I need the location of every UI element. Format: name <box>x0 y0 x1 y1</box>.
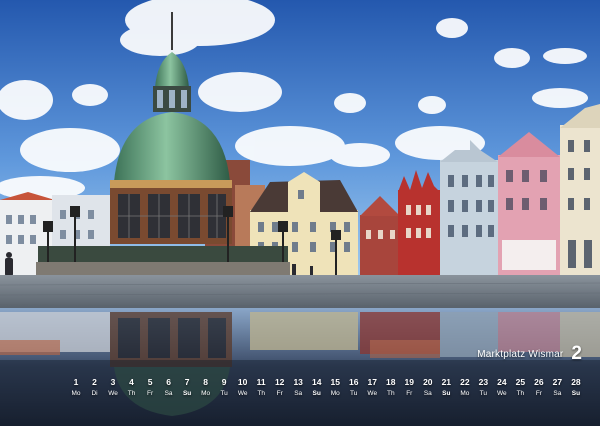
day-number: 24 <box>497 377 507 387</box>
calendar-day: 16 Tu <box>346 377 362 398</box>
month-number: 2 <box>571 343 582 364</box>
calendar-day: 1 Mo <box>68 377 84 398</box>
day-number: 18 <box>386 377 396 387</box>
calendar-day: 13 Sa <box>290 377 306 398</box>
location-label: Marktplatz Wismar <box>477 348 564 360</box>
weekday-label: We <box>497 390 507 397</box>
calendar-day: 12 Fr <box>272 377 288 398</box>
calendar-day: 28 Su <box>568 377 584 398</box>
day-number: 20 <box>423 377 433 387</box>
day-number: 23 <box>478 377 489 387</box>
day-number: 5 <box>147 377 153 387</box>
day-number: 8 <box>203 377 208 387</box>
weekday-label: Su <box>571 390 581 397</box>
weekday-label: We <box>108 390 118 397</box>
day-number: 1 <box>73 377 79 387</box>
weekday-label: Th <box>257 390 265 397</box>
calendar-page: Marktplatz Wismar 2 1 Mo 2 Di 3 We 4 Th 5 Fr 6 Sa 7 S… <box>0 0 600 426</box>
weekday-label: Di <box>91 390 98 397</box>
calendar-day: 14 Su <box>309 377 325 398</box>
calendar-day: 23 Tu <box>475 377 491 398</box>
weekday-label: Mo <box>330 390 340 397</box>
weekday-label: Mo <box>71 390 81 397</box>
weekday-label: Fr <box>146 390 154 397</box>
weekday-label: Th <box>386 390 395 397</box>
weekday-label: Sa <box>553 390 562 397</box>
day-number: 13 <box>293 377 303 387</box>
day-number: 19 <box>404 377 415 387</box>
cream-house <box>560 104 600 275</box>
weekday-label: Tu <box>350 390 358 397</box>
calendar-day: 26 Fr <box>531 377 547 398</box>
calendar-day: 3 We <box>105 377 121 398</box>
calendar-day: 5 Fr <box>142 377 158 398</box>
grey-house <box>440 140 498 275</box>
weekday-label: Mo <box>201 390 211 397</box>
day-number: 9 <box>221 377 227 387</box>
day-number: 26 <box>534 377 544 387</box>
weekday-label: Th <box>127 390 136 397</box>
calendar-day: 4 Th <box>124 377 140 398</box>
day-number: 22 <box>460 377 470 387</box>
calendar-day: 2 Di <box>87 377 103 398</box>
day-number: 10 <box>237 377 248 387</box>
weekday-label: We <box>237 390 248 397</box>
calendar-day: 22 Mo <box>457 377 473 398</box>
calendar-day: 27 Sa <box>549 377 565 398</box>
weekday-label: Th <box>516 390 525 397</box>
day-number: 4 <box>129 377 134 387</box>
photo-caption: Marktplatz Wismar 2 <box>477 343 582 365</box>
day-number: 3 <box>110 377 116 387</box>
calendar-day: 24 We <box>494 377 510 398</box>
calendar-day-row: 1 Mo 2 Di 3 We 4 Th 5 Fr 6 Sa 7 Su 8 Mo 9 Tu 10 We 11 Th 12 Fr 1… <box>68 377 584 398</box>
calendar-day: 9 Tu <box>216 377 232 398</box>
day-number: 27 <box>552 377 563 387</box>
calendar-day: 20 Sa <box>420 377 436 398</box>
calendar-day: 6 Sa <box>161 377 177 398</box>
calendar-day: 19 Fr <box>401 377 417 398</box>
weekday-label: Su <box>442 390 451 397</box>
day-number: 7 <box>184 377 190 387</box>
weekday-label: Su <box>182 390 192 397</box>
day-number: 15 <box>330 377 340 387</box>
weekday-label: We <box>367 390 378 397</box>
day-number: 16 <box>349 377 359 387</box>
weekday-label: Sa <box>294 390 303 397</box>
day-number: 25 <box>515 377 526 387</box>
day-number: 2 <box>92 377 97 387</box>
day-number: 12 <box>274 377 285 387</box>
calendar-day: 10 We <box>235 377 251 398</box>
day-number: 11 <box>256 377 266 387</box>
calendar-day: 15 Mo <box>327 377 343 398</box>
weekday-label: Fr <box>276 390 283 397</box>
calendar-day: 25 Th <box>512 377 528 398</box>
day-number: 17 <box>367 377 377 387</box>
day-number: 14 <box>311 377 322 387</box>
weekday-label: Mo <box>460 390 470 397</box>
weekday-label: Sa <box>423 390 432 397</box>
weekday-label: Fr <box>535 390 542 397</box>
day-number: 6 <box>166 377 171 387</box>
calendar-day: 7 Su <box>179 377 195 398</box>
day-number: 21 <box>441 377 452 387</box>
weekday-label: Su <box>312 390 321 397</box>
weekday-label: Sa <box>164 390 173 397</box>
weekday-label: Tu <box>479 390 488 397</box>
day-number: 28 <box>571 377 581 387</box>
calendar-day: 8 Mo <box>198 377 214 398</box>
calendar-day: 17 We <box>364 377 380 398</box>
weekday-label: Tu <box>220 390 228 397</box>
calendar-day: 18 Th <box>383 377 399 398</box>
pink-house <box>498 132 560 275</box>
calendar-day: 11 Th <box>253 377 269 398</box>
calendar-day: 21 Su <box>438 377 454 398</box>
weekday-label: Fr <box>406 390 413 397</box>
